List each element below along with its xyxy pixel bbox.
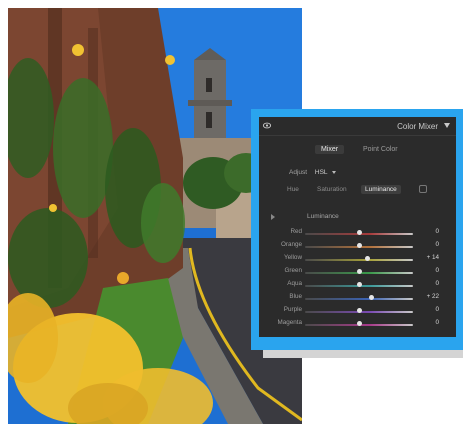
- slider-track[interactable]: [305, 298, 413, 300]
- slider-row-purple: Purple 0: [259, 305, 456, 317]
- slider-thumb[interactable]: [357, 230, 362, 235]
- slider-row-aqua: Aqua 0: [259, 279, 456, 291]
- mode-point-color[interactable]: Point Color: [357, 145, 404, 154]
- slider-value[interactable]: 0: [419, 306, 439, 313]
- luminance-section-header[interactable]: Luminance: [259, 213, 456, 223]
- slider-label: Purple: [283, 306, 302, 313]
- slider-thumb[interactable]: [357, 308, 362, 313]
- slider-thumb[interactable]: [357, 282, 362, 287]
- slider-label: Blue: [289, 293, 302, 300]
- section-triangle-icon[interactable]: [271, 214, 275, 220]
- tab-saturation[interactable]: Saturation: [313, 185, 351, 194]
- slider-thumb[interactable]: [357, 321, 362, 326]
- slider-track[interactable]: [305, 259, 413, 261]
- slider-label: Red: [290, 228, 302, 235]
- slider-row-green: Green 0: [259, 266, 456, 278]
- tab-hue[interactable]: Hue: [283, 185, 303, 194]
- adjust-label: Adjust: [289, 169, 308, 176]
- slider-row-magenta: Magenta 0: [259, 318, 456, 330]
- slider-value[interactable]: 0: [419, 267, 439, 274]
- slider-value[interactable]: 0: [419, 241, 439, 248]
- mode-mixer[interactable]: Mixer: [315, 145, 345, 154]
- slider-value[interactable]: 0: [419, 228, 439, 235]
- slider-label: Orange: [280, 241, 302, 248]
- adjust-value: HSL: [314, 169, 328, 176]
- slider-label: Green: [284, 267, 302, 274]
- chevron-down-icon: [332, 170, 337, 174]
- slider-label: Aqua: [287, 280, 302, 287]
- slider-value[interactable]: + 22: [419, 293, 439, 300]
- tab-luminance[interactable]: Luminance: [361, 185, 401, 194]
- section-label: Luminance: [307, 213, 339, 220]
- slider-row-yellow: Yellow + 14: [259, 253, 456, 265]
- slider-thumb[interactable]: [368, 295, 374, 300]
- panel-title: Color Mixer: [397, 122, 438, 131]
- slider-value[interactable]: 0: [419, 319, 439, 326]
- color-mixer-panel: Color Mixer Mixer Point Color Adjust HSL…: [259, 117, 456, 337]
- slider-label: Magenta: [277, 319, 302, 326]
- hsl-tabs: Hue Saturation Luminance: [283, 185, 453, 196]
- slider-thumb[interactable]: [364, 256, 370, 261]
- tab-all-icon[interactable]: [419, 185, 427, 193]
- panel-header[interactable]: Color Mixer: [259, 117, 456, 136]
- slider-row-red: Red 0: [259, 227, 456, 239]
- adjust-selector[interactable]: Adjust HSL: [289, 169, 337, 176]
- slider-row-blue: Blue + 22: [259, 292, 456, 304]
- slider-value[interactable]: + 14: [419, 254, 439, 261]
- slider-value[interactable]: 0: [419, 280, 439, 287]
- slider-row-orange: Orange 0: [259, 240, 456, 252]
- slider-thumb[interactable]: [357, 269, 362, 274]
- slider-thumb[interactable]: [357, 243, 362, 248]
- disclosure-triangle-icon[interactable]: [444, 123, 450, 128]
- mode-switch: Mixer Point Color: [259, 145, 456, 157]
- slider-label: Yellow: [284, 254, 302, 261]
- eye-icon[interactable]: [263, 122, 271, 129]
